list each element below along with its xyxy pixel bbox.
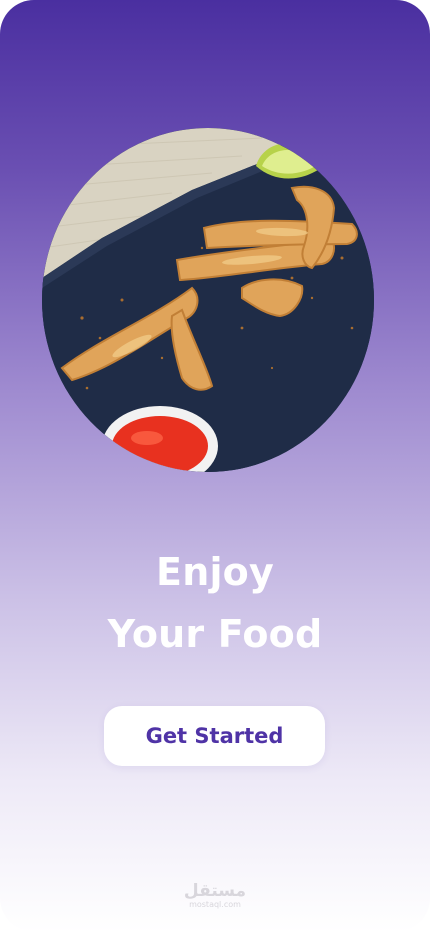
watermark-latin: mostaql.com	[189, 900, 241, 909]
onboarding-screen: Enjoy Your Food Get Started مستقل mostaq…	[0, 0, 430, 932]
watermark: مستقل mostaql.com	[0, 882, 430, 910]
headline-line-1: Enjoy	[156, 550, 274, 594]
watermark-arabic: مستقل	[183, 881, 247, 901]
headline-line-2: Your Food	[107, 612, 323, 656]
get-started-button[interactable]: Get Started	[104, 706, 325, 766]
food-photo	[42, 128, 374, 472]
